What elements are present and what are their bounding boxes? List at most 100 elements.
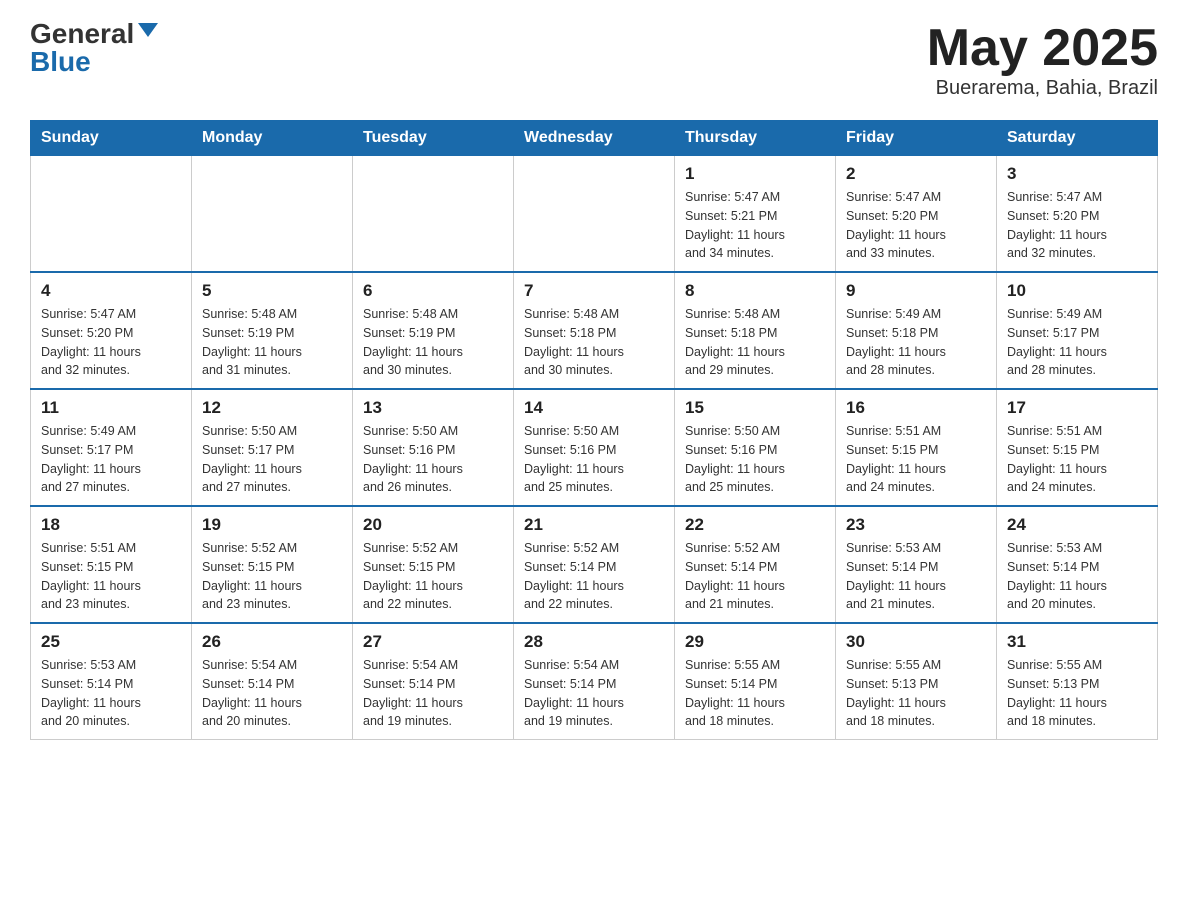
day-info: Sunrise: 5:50 AMSunset: 5:16 PMDaylight:… xyxy=(524,422,664,497)
header-thursday: Thursday xyxy=(675,121,836,156)
day-info: Sunrise: 5:47 AMSunset: 5:20 PMDaylight:… xyxy=(41,305,181,380)
calendar-title: May 2025 xyxy=(927,20,1158,77)
calendar-cell: 21Sunrise: 5:52 AMSunset: 5:14 PMDayligh… xyxy=(514,506,675,623)
calendar-cell xyxy=(514,156,675,273)
calendar-week-row: 1Sunrise: 5:47 AMSunset: 5:21 PMDaylight… xyxy=(31,156,1158,273)
calendar-week-row: 18Sunrise: 5:51 AMSunset: 5:15 PMDayligh… xyxy=(31,506,1158,623)
day-info: Sunrise: 5:52 AMSunset: 5:15 PMDaylight:… xyxy=(363,539,503,614)
day-info: Sunrise: 5:52 AMSunset: 5:14 PMDaylight:… xyxy=(685,539,825,614)
calendar-cell: 17 Sunrise: 5:51 AMSunset: 5:15 PMDayligh… xyxy=(997,389,1158,506)
day-info: Sunrise: 5:48 AMSunset: 5:18 PMDaylight:… xyxy=(524,305,664,380)
calendar-cell: 11 Sunrise: 5:49 AMSunset: 5:17 PMDayligh… xyxy=(31,389,192,506)
logo: General Blue xyxy=(30,20,158,76)
calendar-cell: 4 Sunrise: 5:47 AMSunset: 5:20 PMDaylight… xyxy=(31,272,192,389)
calendar-cell: 16Sunrise: 5:51 AMSunset: 5:15 PMDayligh… xyxy=(836,389,997,506)
header-monday: Monday xyxy=(192,121,353,156)
day-number: 5 xyxy=(202,281,342,301)
day-number: 26 xyxy=(202,632,342,652)
day-info: Sunrise: 5:53 AMSunset: 5:14 PMDaylight:… xyxy=(1007,539,1147,614)
day-number: 24 xyxy=(1007,515,1147,535)
header-tuesday: Tuesday xyxy=(353,121,514,156)
day-number: 17 xyxy=(1007,398,1147,418)
day-info: Sunrise: 5:51 AMSunset: 5:15 PMDaylight:… xyxy=(846,422,986,497)
day-number: 15 xyxy=(685,398,825,418)
day-number: 31 xyxy=(1007,632,1147,652)
day-number: 28 xyxy=(524,632,664,652)
day-number: 21 xyxy=(524,515,664,535)
calendar-cell: 15 Sunrise: 5:50 AMSunset: 5:16 PMDayligh… xyxy=(675,389,836,506)
day-number: 20 xyxy=(363,515,503,535)
day-number: 14 xyxy=(524,398,664,418)
day-number: 3 xyxy=(1007,164,1147,184)
calendar-cell: 28Sunrise: 5:54 AMSunset: 5:14 PMDayligh… xyxy=(514,623,675,740)
day-number: 4 xyxy=(41,281,181,301)
calendar-cell: 29 Sunrise: 5:55 AMSunset: 5:14 PMDayligh… xyxy=(675,623,836,740)
day-number: 2 xyxy=(846,164,986,184)
calendar-table: Sunday Monday Tuesday Wednesday Thursday… xyxy=(30,120,1158,740)
header-friday: Friday xyxy=(836,121,997,156)
day-info: Sunrise: 5:54 AMSunset: 5:14 PMDaylight:… xyxy=(202,656,342,731)
day-number: 11 xyxy=(41,398,181,418)
calendar-week-row: 4 Sunrise: 5:47 AMSunset: 5:20 PMDaylight… xyxy=(31,272,1158,389)
calendar-week-row: 25 Sunrise: 5:53 AMSunset: 5:14 PMDayligh… xyxy=(31,623,1158,740)
calendar-cell: 26 Sunrise: 5:54 AMSunset: 5:14 PMDayligh… xyxy=(192,623,353,740)
day-info: Sunrise: 5:51 AMSunset: 5:15 PMDaylight:… xyxy=(1007,422,1147,497)
calendar-cell: 7 Sunrise: 5:48 AMSunset: 5:18 PMDaylight… xyxy=(514,272,675,389)
calendar-cell: 24 Sunrise: 5:53 AMSunset: 5:14 PMDayligh… xyxy=(997,506,1158,623)
day-number: 1 xyxy=(685,164,825,184)
logo-general-text: General xyxy=(30,20,134,48)
page-header: General Blue May 2025 Buerarema, Bahia, … xyxy=(30,20,1158,100)
day-number: 22 xyxy=(685,515,825,535)
day-info: Sunrise: 5:49 AMSunset: 5:17 PMDaylight:… xyxy=(1007,305,1147,380)
calendar-cell xyxy=(31,156,192,273)
day-info: Sunrise: 5:53 AMSunset: 5:14 PMDaylight:… xyxy=(846,539,986,614)
day-number: 10 xyxy=(1007,281,1147,301)
calendar-cell: 31 Sunrise: 5:55 AMSunset: 5:13 PMDayligh… xyxy=(997,623,1158,740)
day-number: 27 xyxy=(363,632,503,652)
day-number: 7 xyxy=(524,281,664,301)
day-number: 6 xyxy=(363,281,503,301)
day-number: 29 xyxy=(685,632,825,652)
day-info: Sunrise: 5:52 AMSunset: 5:15 PMDaylight:… xyxy=(202,539,342,614)
day-info: Sunrise: 5:47 AMSunset: 5:20 PMDaylight:… xyxy=(1007,188,1147,263)
day-info: Sunrise: 5:55 AMSunset: 5:14 PMDaylight:… xyxy=(685,656,825,731)
day-info: Sunrise: 5:48 AMSunset: 5:18 PMDaylight:… xyxy=(685,305,825,380)
day-number: 13 xyxy=(363,398,503,418)
day-info: Sunrise: 5:49 AMSunset: 5:18 PMDaylight:… xyxy=(846,305,986,380)
day-info: Sunrise: 5:50 AMSunset: 5:16 PMDaylight:… xyxy=(685,422,825,497)
calendar-cell: 22 Sunrise: 5:52 AMSunset: 5:14 PMDayligh… xyxy=(675,506,836,623)
day-info: Sunrise: 5:48 AMSunset: 5:19 PMDaylight:… xyxy=(363,305,503,380)
day-info: Sunrise: 5:47 AMSunset: 5:20 PMDaylight:… xyxy=(846,188,986,263)
calendar-cell: 5 Sunrise: 5:48 AMSunset: 5:19 PMDaylight… xyxy=(192,272,353,389)
weekday-header-row: Sunday Monday Tuesday Wednesday Thursday… xyxy=(31,121,1158,156)
day-info: Sunrise: 5:55 AMSunset: 5:13 PMDaylight:… xyxy=(1007,656,1147,731)
day-info: Sunrise: 5:53 AMSunset: 5:14 PMDaylight:… xyxy=(41,656,181,731)
calendar-cell: 25 Sunrise: 5:53 AMSunset: 5:14 PMDayligh… xyxy=(31,623,192,740)
day-info: Sunrise: 5:50 AMSunset: 5:17 PMDaylight:… xyxy=(202,422,342,497)
day-info: Sunrise: 5:48 AMSunset: 5:19 PMDaylight:… xyxy=(202,305,342,380)
calendar-cell: 10 Sunrise: 5:49 AMSunset: 5:17 PMDayligh… xyxy=(997,272,1158,389)
calendar-cell: 2 Sunrise: 5:47 AMSunset: 5:20 PMDaylight… xyxy=(836,156,997,273)
calendar-cell: 8 Sunrise: 5:48 AMSunset: 5:18 PMDaylight… xyxy=(675,272,836,389)
day-info: Sunrise: 5:49 AMSunset: 5:17 PMDaylight:… xyxy=(41,422,181,497)
day-number: 12 xyxy=(202,398,342,418)
calendar-week-row: 11 Sunrise: 5:49 AMSunset: 5:17 PMDayligh… xyxy=(31,389,1158,506)
calendar-cell: 1Sunrise: 5:47 AMSunset: 5:21 PMDaylight… xyxy=(675,156,836,273)
calendar-cell: 30Sunrise: 5:55 AMSunset: 5:13 PMDayligh… xyxy=(836,623,997,740)
calendar-cell xyxy=(353,156,514,273)
calendar-cell: 14 Sunrise: 5:50 AMSunset: 5:16 PMDayligh… xyxy=(514,389,675,506)
day-number: 9 xyxy=(846,281,986,301)
calendar-cell: 3 Sunrise: 5:47 AMSunset: 5:20 PMDaylight… xyxy=(997,156,1158,273)
title-block: May 2025 Buerarema, Bahia, Brazil xyxy=(927,20,1158,100)
calendar-cell: 6 Sunrise: 5:48 AMSunset: 5:19 PMDaylight… xyxy=(353,272,514,389)
logo-blue-text: Blue xyxy=(30,48,91,76)
calendar-cell: 18Sunrise: 5:51 AMSunset: 5:15 PMDayligh… xyxy=(31,506,192,623)
day-number: 23 xyxy=(846,515,986,535)
day-number: 8 xyxy=(685,281,825,301)
header-wednesday: Wednesday xyxy=(514,121,675,156)
day-number: 30 xyxy=(846,632,986,652)
header-saturday: Saturday xyxy=(997,121,1158,156)
logo-triangle-icon xyxy=(138,23,158,37)
calendar-cell: 9 Sunrise: 5:49 AMSunset: 5:18 PMDaylight… xyxy=(836,272,997,389)
day-number: 25 xyxy=(41,632,181,652)
